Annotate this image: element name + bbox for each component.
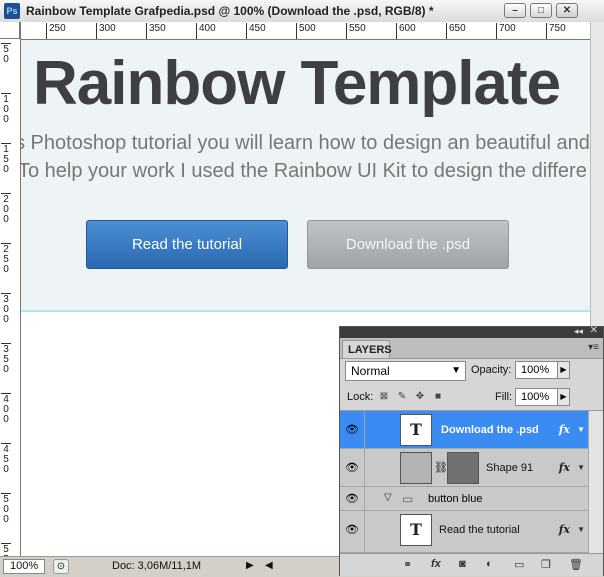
- fx-icon[interactable]: fx: [559, 423, 570, 436]
- add-mask-icon[interactable]: ◙: [459, 558, 466, 570]
- ruler-tick-label: 5 0 0: [1, 493, 11, 525]
- layers-panel: ◂◂ ✕ LAYERS ▾≡ Normal ▼ Opacity: 100% ▶ …: [339, 325, 604, 576]
- photoshop-icon: Ps: [4, 3, 20, 19]
- ruler-tick-label: 5 0: [1, 43, 11, 65]
- panel-header[interactable]: ◂◂ ✕: [340, 325, 603, 338]
- layers-bottom-toolbar: ⚭ fx ◙ ◐ ▭ ❐ 🗑: [340, 553, 603, 576]
- text-layer-thumbnail: T: [400, 514, 432, 546]
- ruler-tick-label: 650: [446, 23, 466, 39]
- fill-arrow-icon[interactable]: ▶: [558, 388, 570, 406]
- group-name: button blue: [428, 493, 483, 505]
- fill-input[interactable]: 100%: [515, 388, 558, 406]
- zoom-icon[interactable]: ⊙: [53, 559, 69, 574]
- adjustment-layer-icon[interactable]: ◐: [486, 558, 493, 570]
- close-button[interactable]: ✕: [556, 3, 578, 18]
- ruler-tick-label: 600: [396, 23, 416, 39]
- document-title: Rainbow Template Grafpedia.psd @ 100% (D…: [26, 4, 434, 18]
- opacity-label: Opacity:: [471, 364, 512, 376]
- window-titlebar: Ps Rainbow Template Grafpedia.psd @ 100%…: [0, 0, 604, 23]
- group-expanded-icon[interactable]: ▽: [384, 492, 392, 503]
- layers-list: 👁 T Download the .psd fx ▼ 👁 ⛓ Shape 91 …: [340, 410, 603, 553]
- hero-text-line-2: To help your work I used the Rainbow UI …: [21, 160, 587, 182]
- expand-effects-icon[interactable]: ▼: [577, 425, 585, 434]
- expand-effects-icon[interactable]: ▼: [577, 463, 585, 472]
- layer-name: Download the .psd: [441, 424, 539, 436]
- scroll-left-icon[interactable]: ◀: [265, 560, 273, 571]
- layer-row-shape-91[interactable]: 👁 ⛓ Shape 91 fx ▼: [340, 449, 588, 487]
- delete-layer-icon[interactable]: 🗑: [569, 558, 583, 571]
- zoom-field[interactable]: 100%: [3, 559, 45, 574]
- lock-label: Lock:: [347, 391, 374, 403]
- ruler-tick-label: 750: [546, 23, 566, 39]
- chevron-down-icon: ▼: [451, 365, 461, 376]
- collapse-icon[interactable]: ◂◂: [574, 326, 583, 337]
- document-size[interactable]: Doc: 3,06M/11,1M: [112, 560, 201, 572]
- ruler-tick-label: 350: [146, 23, 166, 39]
- ruler-tick-label: 1 5 0: [1, 143, 11, 175]
- vector-mask-thumbnail: [447, 452, 479, 484]
- eye-icon[interactable]: 👁: [340, 511, 365, 552]
- expand-effects-icon[interactable]: ▼: [577, 525, 585, 534]
- ruler-tick-label: 2 0 0: [1, 193, 11, 225]
- layer-row-download-psd[interactable]: 👁 T Download the .psd fx ▼: [340, 411, 588, 449]
- eye-icon[interactable]: 👁: [340, 411, 365, 448]
- new-group-icon[interactable]: ▭: [514, 558, 524, 571]
- ruler-tick-label: 3 5 0: [1, 343, 11, 375]
- layers-scrollbar[interactable]: [588, 411, 603, 553]
- layer-row-read-tutorial[interactable]: 👁 T Read the tutorial fx ▼: [340, 511, 588, 553]
- opacity-arrow-icon[interactable]: ▶: [558, 361, 570, 379]
- ruler-tick-label: 1 0 0: [1, 93, 11, 125]
- ruler-tick-label: 4 5 0: [1, 443, 11, 475]
- ruler-tick-label: 4 0 0: [1, 393, 11, 425]
- lock-brush-icon[interactable]: ✎: [396, 391, 408, 403]
- ruler-tick-label: 550: [346, 23, 366, 39]
- vertical-ruler[interactable]: 5 0 1 0 0 1 5 0 2 0 0 2 5 0 3 0 0 3 5 0 4 0 0 4 …: [0, 22, 21, 556]
- folder-icon: ▭: [402, 492, 414, 506]
- ruler-corner[interactable]: [0, 22, 20, 39]
- text-layer-thumbnail: T: [400, 414, 432, 446]
- fx-icon[interactable]: fx: [559, 461, 570, 474]
- blend-mode-value: Normal: [351, 364, 390, 378]
- status-menu-arrow-icon[interactable]: ▶: [246, 560, 254, 571]
- ruler-tick-label: 700: [496, 23, 516, 39]
- panel-menu-icon[interactable]: ▾≡: [588, 342, 599, 353]
- ruler-tick-label: 2 5 0: [1, 243, 11, 275]
- link-layers-icon[interactable]: ⚭: [403, 558, 412, 571]
- read-tutorial-button[interactable]: Read the tutorial: [86, 220, 288, 269]
- horizontal-ruler[interactable]: 250 300 350 400 450 500 550 600 650 700 750: [20, 22, 590, 40]
- minimize-button[interactable]: –: [504, 3, 526, 18]
- new-layer-icon[interactable]: ❐: [541, 558, 551, 571]
- hero-text-line-1: s Photoshop tutorial you will learn how …: [21, 132, 590, 154]
- fx-icon[interactable]: fx: [559, 523, 570, 536]
- eye-icon[interactable]: 👁: [340, 487, 365, 511]
- ruler-tick-label: 450: [246, 23, 266, 39]
- layer-name: Shape 91: [486, 462, 534, 474]
- ruler-tick-label: 3 0 0: [1, 293, 11, 325]
- lock-all-icon[interactable]: ■: [432, 391, 444, 403]
- download-psd-button[interactable]: Download the .psd: [307, 220, 509, 269]
- layer-name: Read the tutorial: [439, 524, 520, 536]
- maximize-button[interactable]: □: [530, 3, 552, 18]
- tab-layers[interactable]: LAYERS: [342, 340, 392, 358]
- blend-mode-select[interactable]: Normal ▼: [345, 361, 466, 381]
- ruler-tick-label: 250: [46, 23, 66, 39]
- hero-section: Rainbow Template s Photoshop tutorial yo…: [21, 40, 590, 312]
- hero-title: Rainbow Template: [33, 49, 561, 118]
- ruler-tick-label: 500: [296, 23, 316, 39]
- layer-group-button-blue[interactable]: 👁 ▽ ▭ button blue: [340, 487, 588, 511]
- fill-label: Fill:: [495, 391, 513, 403]
- shape-layer-thumbnail: [400, 452, 432, 484]
- ruler-tick-label: 300: [96, 23, 116, 39]
- lock-move-icon[interactable]: ✥: [414, 391, 426, 403]
- add-style-icon[interactable]: fx: [431, 558, 441, 570]
- panel-close-icon[interactable]: ✕: [590, 325, 598, 336]
- link-chain-icon[interactable]: ⛓: [434, 461, 448, 474]
- ruler-tick-label: 5 5: [1, 543, 11, 556]
- opacity-input[interactable]: 100%: [515, 361, 558, 379]
- panel-tabs: LAYERS ▾≡: [340, 338, 603, 359]
- lock-transparent-icon[interactable]: ⊠: [378, 391, 390, 403]
- ruler-tick-label: 400: [196, 23, 216, 39]
- eye-icon[interactable]: 👁: [340, 449, 365, 486]
